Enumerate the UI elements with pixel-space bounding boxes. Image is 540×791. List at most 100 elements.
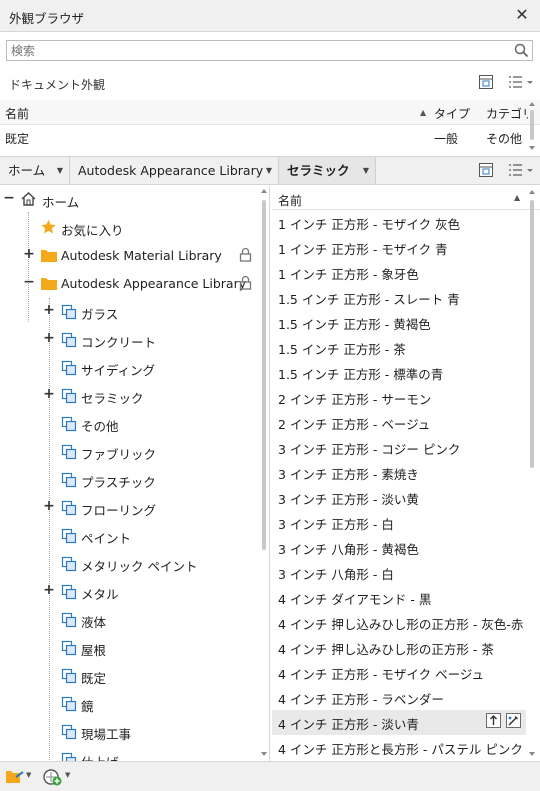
list-item[interactable]: 2 インチ 正方形 - サーモン <box>272 385 526 410</box>
list-item[interactable]: 1 インチ 正方形 - モザイク 青 <box>272 235 526 260</box>
chevron-down-icon[interactable]: ▼ <box>57 157 63 184</box>
tree-item-category[interactable]: メタリック ペイント <box>0 550 258 578</box>
list-item-label: 4 インチ 押し込みひし形の正方形 - 灰色-赤 <box>278 617 524 632</box>
tree-item-favorites[interactable]: お気に入り <box>0 214 258 242</box>
list-item[interactable]: 4 インチ ダイアモンド - 黒 <box>272 585 526 610</box>
collapse-icon[interactable]: − <box>22 274 36 292</box>
list-item-label: 3 インチ 正方形 - 素焼き <box>278 467 419 482</box>
expand-icon[interactable]: + <box>22 246 36 264</box>
list-column-name[interactable]: 名前 <box>278 192 302 209</box>
tree-item-category[interactable]: ペイント <box>0 522 258 550</box>
tree-item-category[interactable]: 液体 <box>0 606 258 634</box>
list-options-icon[interactable] <box>508 162 536 180</box>
tree-item-category[interactable]: その他 <box>0 410 258 438</box>
tree-item-label: 仕上げ <box>81 752 119 761</box>
open-library-icon[interactable] <box>5 768 25 786</box>
tree-item-label: フローリング <box>81 503 157 518</box>
list-item-label: 4 インチ 正方形 - モザイク ベージュ <box>278 667 484 682</box>
expand-icon[interactable]: + <box>42 582 56 600</box>
breadcrumb-home[interactable]: ホーム ▼ <box>0 157 70 184</box>
list-item[interactable]: 1.5 インチ 正方形 - 茶 <box>272 335 526 360</box>
list-item[interactable]: 3 インチ 正方形 - 素焼き <box>272 460 526 485</box>
list-item[interactable]: 1 インチ 正方形 - モザイク 灰色 <box>272 210 526 235</box>
column-type[interactable]: タイプ <box>434 105 470 122</box>
expand-icon[interactable]: + <box>42 386 56 404</box>
tree-item-label: ペイント <box>81 531 132 546</box>
tree-item-category[interactable]: + ガラス <box>0 298 258 326</box>
create-material-icon[interactable] <box>43 767 63 787</box>
list-item[interactable]: 2 インチ 正方形 - ベージュ <box>272 410 526 435</box>
tree-item-category[interactable]: 鏡 <box>0 690 258 718</box>
chevron-down-icon[interactable]: ▼ <box>65 771 70 779</box>
appearance-list: 名前 ▲ 1 インチ 正方形 - モザイク 灰色 1 インチ 正方形 - モザイク… <box>272 186 540 761</box>
tree-item-category[interactable]: + セラミック <box>0 382 258 410</box>
tree-item-category[interactable]: 既定 <box>0 662 258 690</box>
expand-icon[interactable]: + <box>42 302 56 320</box>
add-to-document-icon[interactable] <box>486 713 501 728</box>
tree-scrollbar[interactable] <box>259 186 269 761</box>
tree-item-category[interactable]: + コンクリート <box>0 326 258 354</box>
list-item-label: 1 インチ 正方形 - モザイク 灰色 <box>278 217 461 232</box>
library-view-icon[interactable] <box>478 162 498 180</box>
search-icon[interactable] <box>514 43 529 58</box>
tree-item-label: お気に入り <box>61 223 124 238</box>
edit-appearance-icon[interactable] <box>506 713 521 728</box>
library-category-icon <box>61 472 77 488</box>
document-scrollbar[interactable] <box>527 100 537 152</box>
breadcrumb-library[interactable]: Autodesk Appearance Library ▼ <box>70 157 279 184</box>
close-icon[interactable]: ✕ <box>513 6 531 24</box>
tree-item-home[interactable]: − ホーム <box>0 186 258 214</box>
tree-item-category[interactable]: サイディング <box>0 354 258 382</box>
doc-row-name: 既定 <box>5 132 30 146</box>
list-item-label: 1.5 インチ 正方形 - スレート 青 <box>278 292 460 307</box>
expand-icon[interactable]: + <box>42 330 56 348</box>
tree-item-category[interactable]: 屋根 <box>0 634 258 662</box>
lock-icon <box>239 275 252 290</box>
list-item[interactable]: 3 インチ 正方形 - 淡い黄 <box>272 485 526 510</box>
column-category[interactable]: カテゴリ <box>486 105 528 122</box>
column-name[interactable]: 名前 <box>5 105 29 122</box>
tree-item-appearance-library[interactable]: − Autodesk Appearance Library <box>0 270 258 298</box>
tree-item-category[interactable]: + メタル <box>0 578 258 606</box>
list-item[interactable]: 3 インチ 正方形 - 白 <box>272 510 526 535</box>
list-scrollbar[interactable] <box>526 186 538 761</box>
list-item-label: 3 インチ 八角形 - 黄褐色 <box>278 542 419 557</box>
chevron-down-icon[interactable]: ▼ <box>266 157 272 184</box>
list-item[interactable]: 3 インチ 正方形 - コジー ピンク <box>272 435 526 460</box>
list-item[interactable]: 3 インチ 八角形 - 黄褐色 <box>272 535 526 560</box>
list-item[interactable]: 4 インチ 正方形 - モザイク ベージュ <box>272 660 526 685</box>
lock-icon <box>239 247 252 262</box>
search-box[interactable] <box>6 40 533 61</box>
list-item[interactable]: 4 インチ 押し込みひし形の正方形 - 灰色-赤 <box>272 610 526 635</box>
tree-item-category[interactable]: ファブリック <box>0 438 258 466</box>
search-input[interactable] <box>7 41 497 60</box>
tree-item-category[interactable]: + フローリング <box>0 494 258 522</box>
library-view-icon[interactable] <box>478 74 498 92</box>
tree-item-label: 現場工事 <box>81 727 132 742</box>
library-category-icon <box>61 752 77 761</box>
tree-item-material-library[interactable]: + Autodesk Material Library <box>0 242 258 270</box>
list-options-icon[interactable] <box>508 74 536 92</box>
breadcrumb-ceramic[interactable]: セラミック ▼ <box>279 157 376 184</box>
collapse-icon[interactable]: − <box>2 190 16 208</box>
expand-icon[interactable]: + <box>42 498 56 516</box>
document-row[interactable]: 既定 一般 その他 <box>0 125 540 151</box>
chevron-down-icon[interactable]: ▼ <box>26 771 31 779</box>
list-item[interactable]: 4 インチ 正方形 - 淡い青 <box>272 710 526 735</box>
list-item-label: 3 インチ 八角形 - 白 <box>278 567 394 582</box>
list-item[interactable]: 4 インチ 正方形と長方形 - パステル ピンク <box>272 735 526 760</box>
list-item[interactable]: 3 インチ 八角形 - 白 <box>272 560 526 585</box>
tree-item-category[interactable]: 仕上げ <box>0 746 258 761</box>
tree-item-label: 液体 <box>81 615 107 630</box>
chevron-down-icon[interactable]: ▼ <box>363 157 369 184</box>
list-item[interactable]: 1.5 インチ 正方形 - スレート 青 <box>272 285 526 310</box>
list-item[interactable]: 1.5 インチ 正方形 - 標準の青 <box>272 360 526 385</box>
tree-item-label: プラスチック <box>81 475 156 490</box>
list-item[interactable]: 1 インチ 正方形 - 象牙色 <box>272 260 526 285</box>
list-item[interactable]: 4 インチ 正方形 - ラベンダー <box>272 685 526 710</box>
tree-item-category[interactable]: 現場工事 <box>0 718 258 746</box>
list-item[interactable]: 1.5 インチ 正方形 - 黄褐色 <box>272 310 526 335</box>
sort-ascending-icon: ▲ <box>420 108 427 117</box>
tree-item-category[interactable]: プラスチック <box>0 466 258 494</box>
list-item[interactable]: 4 インチ 押し込みひし形の正方形 - 茶 <box>272 635 526 660</box>
